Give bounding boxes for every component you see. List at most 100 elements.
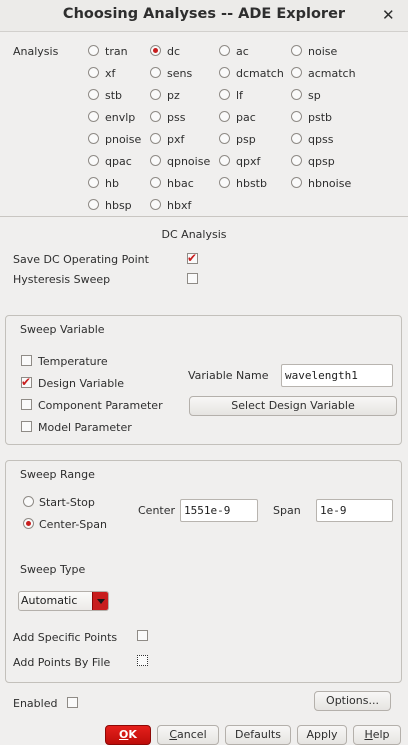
analysis-radio-pnoise[interactable] [88, 133, 99, 144]
add-points-by-file-checkbox[interactable] [137, 655, 148, 666]
analysis-radio-qpss[interactable] [291, 133, 302, 144]
analysis-label-qpnoise: qpnoise [167, 155, 211, 168]
analysis-radio-qpnoise[interactable] [150, 155, 161, 166]
analysis-label-sens: sens [167, 67, 193, 80]
temperature-label: Temperature [38, 355, 108, 368]
analysis-label-qpss: qpss [308, 133, 334, 146]
ok-mnemonic: O [119, 728, 129, 741]
sweep-type-label: Sweep Type [20, 563, 86, 576]
sweep-variable-title: Sweep Variable [20, 323, 105, 336]
analysis-label-pac: pac [236, 111, 256, 124]
divider [0, 216, 408, 217]
analysis-radio-dcmatch[interactable] [219, 67, 230, 78]
analysis-label-qpsp: qpsp [308, 155, 335, 168]
component-parameter-label: Component Parameter [38, 399, 163, 412]
analysis-label-pz: pz [167, 89, 180, 102]
analysis-label-xf: xf [105, 67, 116, 80]
span-input[interactable]: 1e-9 [316, 499, 393, 522]
enabled-label: Enabled [13, 697, 58, 710]
analysis-radio-hbstb[interactable] [219, 177, 230, 188]
analysis-radio-pstb[interactable] [291, 111, 302, 122]
save-dc-op-label: Save DC Operating Point [13, 253, 149, 266]
analysis-radio-ac[interactable] [219, 45, 230, 56]
sweep-type-value: Automatic [21, 594, 78, 607]
analysis-label-hbstb: hbstb [236, 177, 267, 190]
close-icon[interactable]: ✕ [382, 6, 395, 24]
analysis-radio-pz[interactable] [150, 89, 161, 100]
analysis-radio-tran[interactable] [88, 45, 99, 56]
sweep-type-select[interactable]: Automatic [18, 591, 109, 611]
analysis-label-hbsp: hbsp [105, 199, 132, 212]
sweep-range-title: Sweep Range [20, 468, 95, 481]
analysis-label-envlp: envlp [105, 111, 136, 124]
start-stop-label: Start-Stop [39, 496, 95, 509]
select-design-variable-button[interactable]: Select Design Variable [189, 396, 397, 416]
analysis-label-stb: stb [105, 89, 123, 102]
center-input[interactable]: 1551e-9 [180, 499, 258, 522]
analysis-radio-noise[interactable] [291, 45, 302, 56]
start-stop-radio[interactable] [23, 496, 34, 507]
add-points-by-file-label: Add Points By File [13, 656, 111, 669]
analysis-radio-hbxf[interactable] [150, 199, 161, 210]
help-label: elp [372, 728, 390, 741]
center-span-label: Center-Span [39, 518, 107, 531]
save-dc-op-checkbox[interactable] [187, 250, 198, 266]
cancel-label: ancel [177, 728, 207, 741]
help-button[interactable]: Help [353, 725, 401, 745]
defaults-button[interactable]: Defaults [225, 725, 291, 745]
span-label: Span [273, 504, 301, 517]
analysis-radio-qpsp[interactable] [291, 155, 302, 166]
analysis-radio-hbnoise[interactable] [291, 177, 302, 188]
analysis-radio-envlp[interactable] [88, 111, 99, 122]
analysis-radio-psp[interactable] [219, 133, 230, 144]
add-specific-points-checkbox[interactable] [137, 630, 148, 641]
analysis-radio-dc[interactable] [150, 45, 161, 56]
center-label: Center [138, 504, 176, 517]
center-span-radio[interactable] [23, 518, 34, 529]
enabled-checkbox[interactable] [67, 697, 78, 708]
analysis-label-qpac: qpac [105, 155, 132, 168]
options-button[interactable]: Options... [314, 691, 391, 711]
analysis-label-hbxf: hbxf [167, 199, 192, 212]
model-parameter-checkbox[interactable] [21, 421, 32, 432]
analysis-radio-pxf[interactable] [150, 133, 161, 144]
analysis-radio-qpac[interactable] [88, 155, 99, 166]
analysis-radio-xf[interactable] [88, 67, 99, 78]
hysteresis-label: Hysteresis Sweep [13, 273, 111, 286]
analysis-label-pss: pss [167, 111, 186, 124]
analysis-radio-pac[interactable] [219, 111, 230, 122]
cancel-button[interactable]: Cancel [157, 725, 219, 745]
analysis-label-lf: lf [236, 89, 243, 102]
analysis-label-hbac: hbac [167, 177, 194, 190]
analysis-radio-lf[interactable] [219, 89, 230, 100]
variable-name-input[interactable]: wavelength1 [281, 364, 393, 387]
temperature-checkbox[interactable] [21, 355, 32, 366]
analysis-radio-pss[interactable] [150, 111, 161, 122]
analysis-label-pstb: pstb [308, 111, 333, 124]
analysis-label-hbnoise: hbnoise [308, 177, 352, 190]
ok-label: K [128, 728, 137, 741]
analysis-radio-hb[interactable] [88, 177, 99, 188]
hysteresis-checkbox[interactable] [187, 273, 198, 284]
model-parameter-label: Model Parameter [38, 421, 132, 434]
cancel-mnemonic: C [169, 728, 178, 741]
component-parameter-checkbox[interactable] [21, 399, 32, 410]
dropdown-arrow-icon[interactable] [92, 592, 108, 610]
design-variable-checkbox[interactable] [21, 374, 32, 390]
analysis-radio-sp[interactable] [291, 89, 302, 100]
apply-button[interactable]: Apply [297, 725, 347, 745]
dc-analysis-title: DC Analysis [161, 228, 227, 241]
analysis-label-pnoise: pnoise [105, 133, 142, 146]
ok-button[interactable]: OK [105, 725, 151, 745]
add-specific-points-label: Add Specific Points [13, 631, 118, 644]
analysis-radio-stb[interactable] [88, 89, 99, 100]
analysis-radio-qpxf[interactable] [219, 155, 230, 166]
analysis-label-sp: sp [308, 89, 321, 102]
analysis-radio-hbsp[interactable] [88, 199, 99, 210]
analysis-label-dc: dc [167, 45, 181, 58]
analysis-label-qpxf: qpxf [236, 155, 261, 168]
analysis-radio-acmatch[interactable] [291, 67, 302, 78]
analysis-radio-hbac[interactable] [150, 177, 161, 188]
window-title: Choosing Analyses -- ADE Explorer [62, 6, 346, 22]
analysis-radio-sens[interactable] [150, 67, 161, 78]
